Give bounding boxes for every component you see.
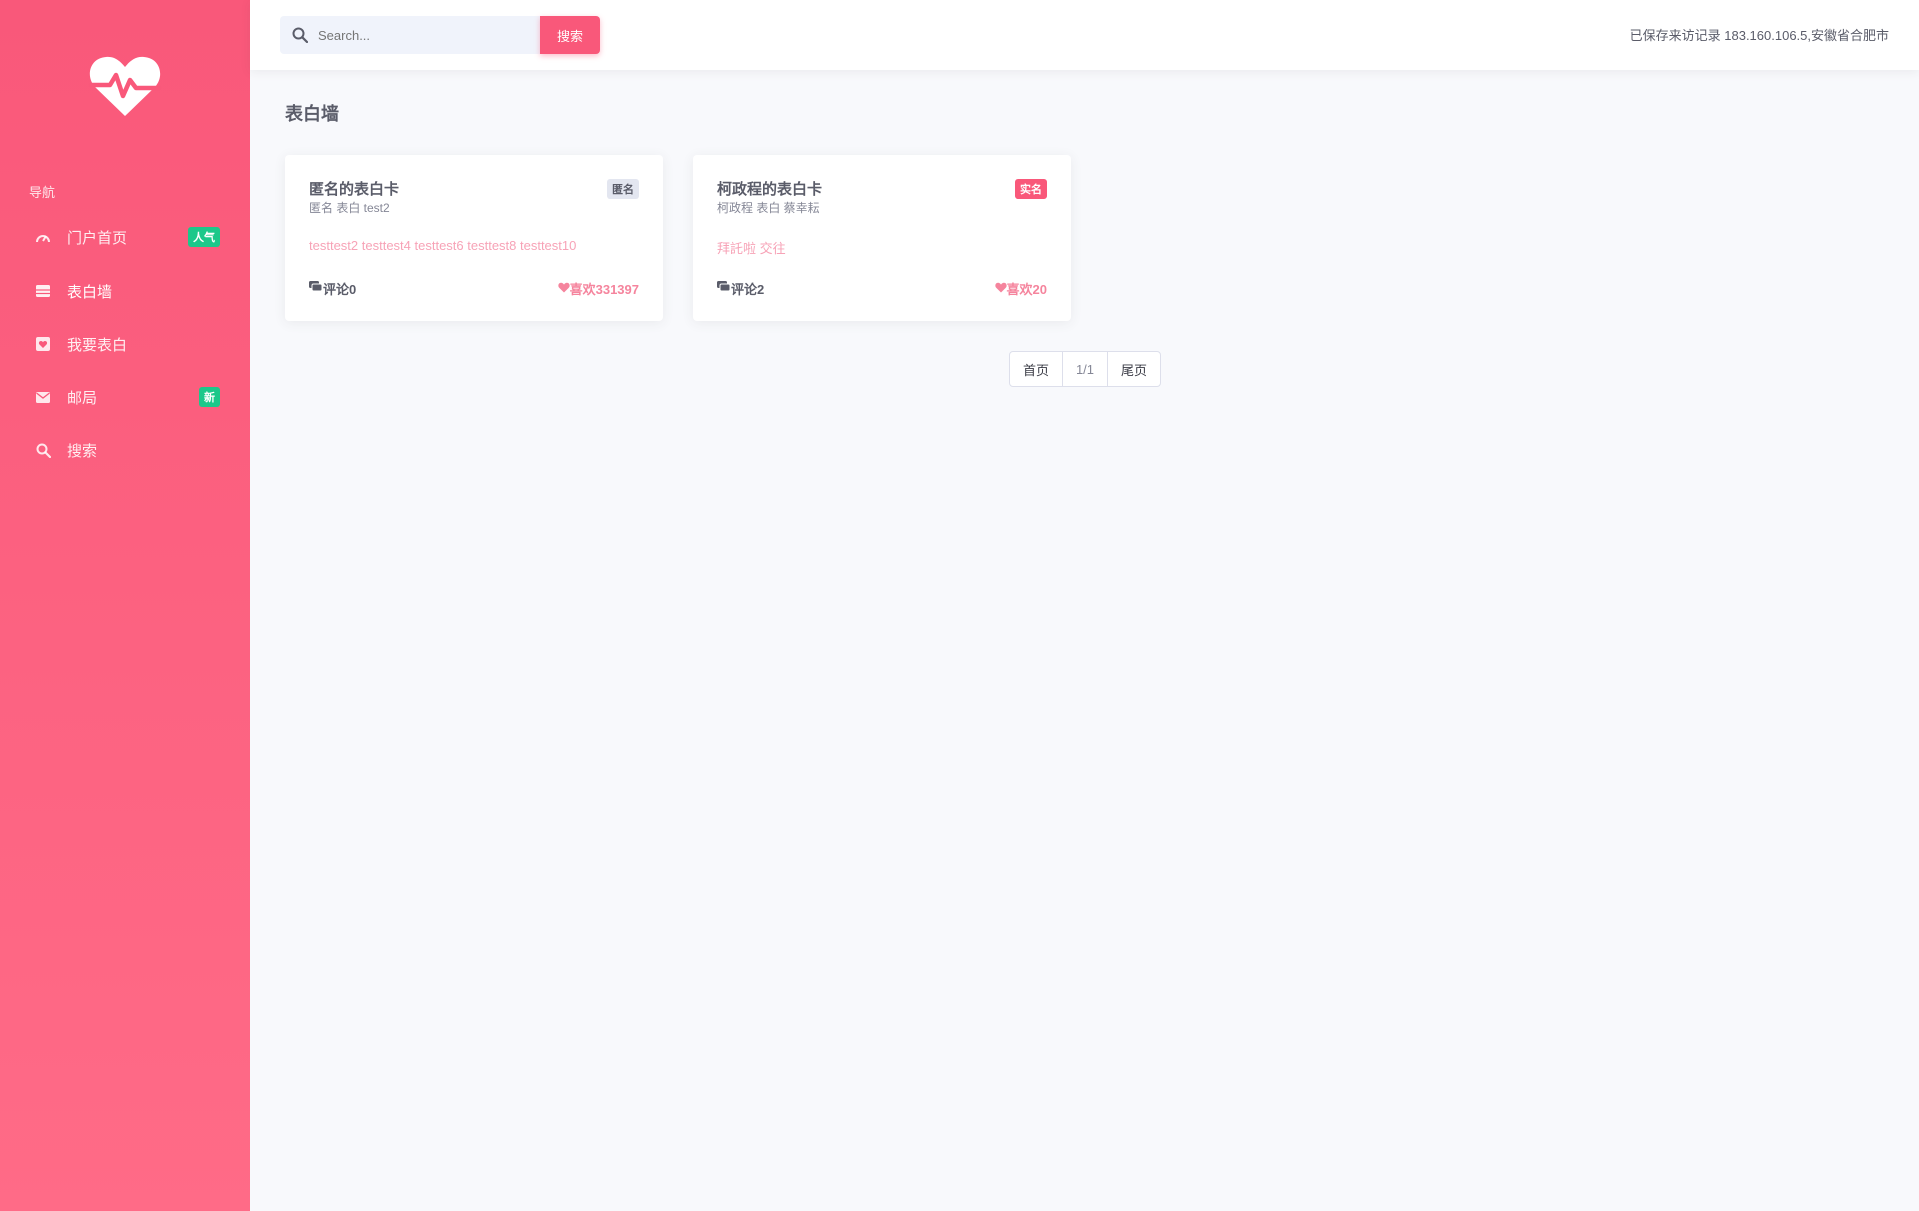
comments-link[interactable]: 评论2 — [717, 279, 764, 298]
sidebar-item-label: 我要表白 — [67, 336, 128, 354]
comment-icon — [717, 281, 731, 296]
card-tags: 拜託啦 交往 — [717, 241, 786, 256]
likes-count: 喜欢331397 — [569, 282, 639, 297]
confession-card[interactable]: 柯政程的表白卡 柯政程 表白 蔡幸耘 实名 拜託啦 交往 评论2 喜欢20 — [693, 155, 1071, 321]
search-doc-icon — [35, 442, 51, 458]
heart-icon — [557, 281, 570, 296]
popular-badge: 人气 — [188, 227, 220, 247]
heart-icon — [994, 281, 1007, 296]
dashboard-icon — [35, 229, 51, 245]
table-icon — [35, 283, 51, 299]
confession-card[interactable]: 匿名的表白卡 匿名 表白 test2 匿名 testtest2 testtest… — [285, 155, 663, 321]
sidebar: 导航 门户首页 人气 表白墙 我要表白 邮局 新 搜索 — [0, 0, 250, 1211]
search-button[interactable]: 搜索 — [540, 16, 600, 54]
new-badge: 新 — [199, 387, 220, 407]
card-title: 柯政程的表白卡 — [717, 181, 823, 198]
likes-count: 喜欢20 — [1006, 282, 1047, 297]
card-subtitle: 匿名 表白 test2 — [309, 201, 390, 215]
sidebar-item-post-office[interactable]: 邮局 新 — [0, 375, 250, 419]
sidebar-item-wall[interactable]: 表白墙 — [0, 269, 250, 313]
search-icon — [292, 27, 308, 43]
sidebar-item-search[interactable]: 搜索 — [0, 428, 250, 472]
sidebar-item-home[interactable]: 门户首页 人气 — [0, 215, 250, 259]
sidebar-item-label: 表白墙 — [67, 283, 113, 301]
sidebar-item-label: 邮局 — [67, 389, 98, 407]
pagination: 首页 1/1 尾页 — [1009, 351, 1161, 387]
card-title: 匿名的表白卡 — [309, 181, 400, 198]
like-button[interactable]: 喜欢331397 — [557, 279, 639, 298]
like-button[interactable]: 喜欢20 — [994, 279, 1047, 298]
sidebar-item-label: 门户首页 — [67, 229, 128, 247]
first-page-button[interactable]: 首页 — [1010, 352, 1063, 386]
card-tags: testtest2 testtest4 testtest6 testtest8 … — [309, 238, 577, 253]
heart-pulse-icon[interactable] — [88, 54, 162, 118]
last-page-button[interactable]: 尾页 — [1108, 352, 1160, 386]
card-subtitle: 柯政程 表白 蔡幸耘 — [717, 201, 820, 215]
search-input[interactable] — [318, 27, 518, 43]
anonymous-badge: 匿名 — [607, 179, 639, 199]
nav-heading: 导航 — [29, 185, 56, 200]
comments-count: 评论0 — [323, 282, 357, 297]
search-box[interactable] — [280, 16, 540, 54]
visit-info: 已保存来访记录 183.160.106.5,安徽省合肥市 — [1629, 28, 1889, 43]
current-page: 1/1 — [1063, 352, 1108, 386]
heart-box-icon — [35, 336, 51, 352]
sidebar-item-confess[interactable]: 我要表白 — [0, 322, 250, 366]
comment-icon — [309, 281, 323, 296]
real-name-badge: 实名 — [1015, 179, 1047, 199]
sidebar-item-label: 搜索 — [67, 442, 98, 460]
topbar: 搜索 已保存来访记录 183.160.106.5,安徽省合肥市 — [250, 0, 1919, 70]
page-title: 表白墙 — [285, 104, 339, 124]
envelope-icon — [35, 389, 51, 405]
comments-link[interactable]: 评论0 — [309, 279, 356, 298]
comments-count: 评论2 — [731, 282, 765, 297]
